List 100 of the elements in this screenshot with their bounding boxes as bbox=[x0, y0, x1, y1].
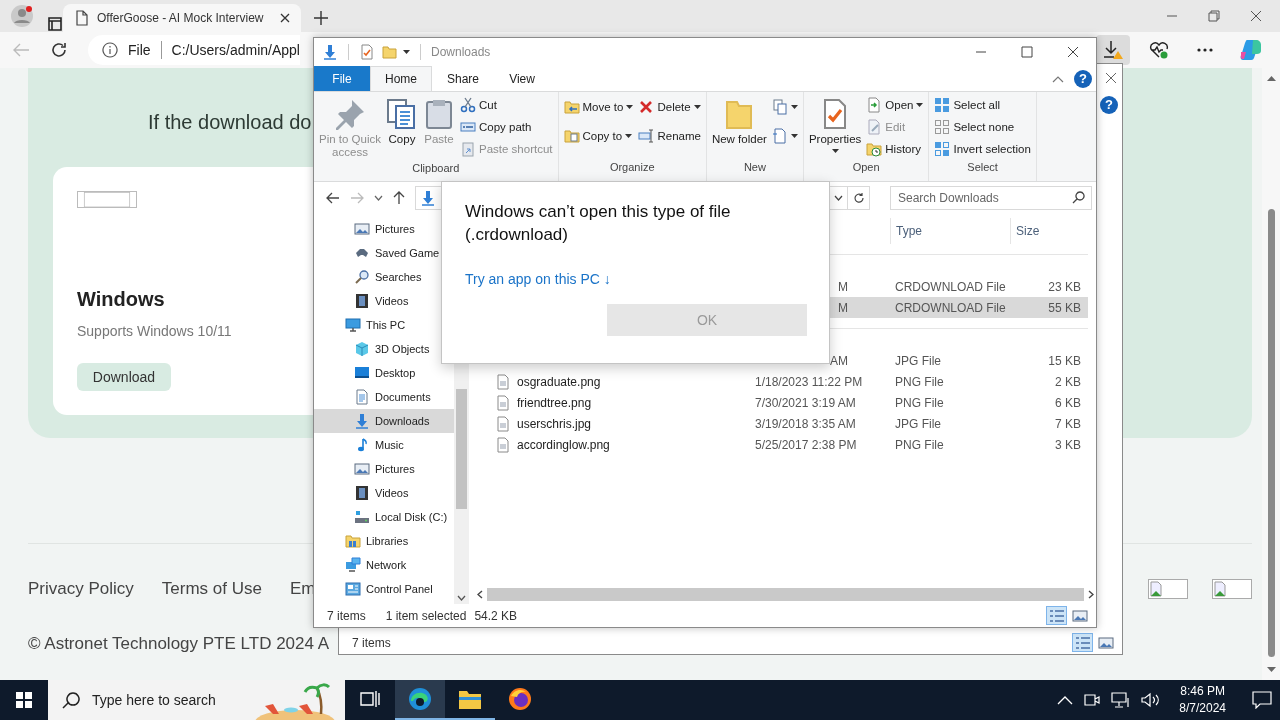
network-icon bbox=[1111, 692, 1132, 708]
ribbon-button[interactable]: History bbox=[864, 138, 926, 160]
date-cell-text: AM bbox=[829, 353, 849, 368]
image-icon bbox=[354, 461, 370, 477]
nav-item[interactable]: Libraries bbox=[314, 529, 454, 553]
file-icon bbox=[495, 415, 511, 432]
ribbon-button[interactable]: Move to bbox=[561, 96, 636, 118]
download-warning-icon bbox=[1102, 40, 1124, 60]
clock-folder-icon bbox=[866, 141, 883, 157]
scrollbar[interactable] bbox=[1262, 68, 1280, 680]
window-title: Downloads bbox=[431, 45, 491, 59]
ribbon-tab[interactable]: Home bbox=[370, 66, 432, 91]
column-header[interactable]: Size bbox=[1010, 218, 1085, 244]
nav-item[interactable]: Music bbox=[314, 433, 454, 457]
ribbon-button[interactable]: Delete bbox=[636, 96, 703, 118]
folder-icon bbox=[381, 44, 397, 60]
nav-item[interactable]: Control Panel bbox=[314, 577, 454, 601]
details-view-button[interactable] bbox=[1072, 633, 1093, 652]
film-icon bbox=[354, 293, 370, 309]
download-button[interactable]: Download bbox=[77, 363, 171, 391]
film-icon bbox=[354, 485, 370, 501]
ribbon-button[interactable]: New folder bbox=[709, 94, 769, 150]
card-subtitle: Supports Windows 10/11 bbox=[77, 323, 232, 340]
scheme-label: File bbox=[128, 42, 151, 58]
ribbon-button[interactable]: Rename bbox=[636, 125, 703, 147]
footer-link[interactable]: Terms of Use bbox=[161, 579, 262, 599]
ribbon-button[interactable]: Properties bbox=[806, 94, 864, 157]
file-icon bbox=[495, 436, 511, 453]
library-folder-icon bbox=[345, 533, 361, 549]
status-text: 7 items bbox=[327, 608, 366, 623]
up-arrow-icon bbox=[393, 191, 405, 205]
ribbon-button[interactable]: Select all bbox=[932, 94, 1033, 116]
up-button[interactable] bbox=[391, 189, 407, 207]
ribbon-button[interactable]: Copy bbox=[384, 94, 420, 150]
clock-date: 8/7/2024 bbox=[1179, 700, 1226, 717]
nav-item[interactable]: Local Disk (C:) bbox=[314, 505, 454, 529]
maximize-icon bbox=[1021, 46, 1033, 58]
grid-icon bbox=[934, 141, 951, 157]
ribbon-button[interactable]: Copy to bbox=[561, 125, 636, 147]
details-view-button[interactable] bbox=[1046, 606, 1067, 625]
drive-icon bbox=[354, 509, 370, 525]
nav-item[interactable]: Pictures bbox=[314, 457, 454, 481]
chevron-down-icon bbox=[834, 195, 843, 201]
refresh-button[interactable] bbox=[848, 186, 870, 210]
nav-item[interactable]: Network bbox=[314, 553, 454, 577]
type-cell-text: CRDOWNLOAD File bbox=[894, 300, 1007, 315]
help-icon[interactable]: ? bbox=[1100, 95, 1118, 114]
recent-button[interactable] bbox=[372, 193, 385, 203]
date-cell-text: M bbox=[837, 279, 849, 294]
nav-item[interactable]: Documents bbox=[314, 385, 454, 409]
page-icon bbox=[75, 10, 89, 26]
avatar-icon[interactable] bbox=[11, 5, 33, 27]
size-cell-text: 7 KB bbox=[1054, 416, 1082, 431]
ribbon-logo-icon bbox=[1239, 38, 1263, 62]
scroll-right-icon[interactable] bbox=[1088, 590, 1094, 599]
column-header[interactable]: Type bbox=[890, 218, 1010, 244]
file-row[interactable]: friendtree.png 7/30/2021 3:19 AM PNG File 6 KB bbox=[469, 392, 1088, 413]
scroll-down-icon[interactable] bbox=[1266, 667, 1276, 672]
nav-item[interactable]: Videos bbox=[314, 481, 454, 505]
search-icon bbox=[62, 691, 80, 709]
scroll-left-icon[interactable] bbox=[477, 590, 483, 599]
date-cell-text: 3/19/2018 3:35 AM bbox=[754, 416, 857, 431]
file-row[interactable]: accordinglow.png 5/25/2017 2:38 PM PNG File 3 KB bbox=[469, 434, 1088, 455]
windows-squares-icon bbox=[16, 692, 32, 708]
close-icon bbox=[1250, 10, 1262, 22]
scroll-up-icon[interactable] bbox=[1266, 76, 1276, 81]
ribbon-button[interactable]: Invert selection bbox=[932, 138, 1033, 160]
page-heading: If the download do bbox=[148, 111, 312, 134]
file-row[interactable]: osgraduate.png 1/18/2023 11:22 PM PNG File 2 KB bbox=[469, 371, 1088, 392]
date-cell-text: 5/25/2017 2:38 PM bbox=[754, 437, 858, 452]
ribbon-button[interactable]: Select none bbox=[932, 116, 1033, 138]
status-text: 7 items bbox=[352, 635, 391, 650]
search-field[interactable]: Search Downloads bbox=[890, 186, 1092, 210]
ribbon-button[interactable]: Open bbox=[864, 94, 926, 116]
chevron-up-icon bbox=[1057, 695, 1074, 705]
type-cell-text: PNG File bbox=[894, 395, 945, 410]
footer-link[interactable]: Privacy Policy bbox=[28, 579, 134, 599]
ribbon-tab[interactable]: Share bbox=[432, 66, 495, 91]
download-icon bbox=[354, 413, 370, 429]
ribbon-tab[interactable]: File bbox=[314, 66, 370, 91]
browser-tab[interactable]: OfferGoose - AI Mock Interview bbox=[63, 4, 301, 32]
scroll-down-icon[interactable] bbox=[457, 595, 466, 601]
taskbar-app[interactable] bbox=[395, 680, 445, 720]
ribbon-button[interactable]: Copy path bbox=[458, 116, 555, 138]
ribbon-button[interactable]: Cut bbox=[458, 94, 555, 116]
help-icon[interactable]: ? bbox=[1074, 69, 1092, 88]
file-row[interactable]: userschris.jpg 3/19/2018 3:35 AM JPG File 7 KB bbox=[469, 413, 1088, 434]
browser-icon bbox=[408, 687, 432, 711]
grid-outline-icon bbox=[934, 119, 951, 135]
nav-item[interactable]: Downloads bbox=[314, 409, 454, 433]
ribbon-tab[interactable]: View bbox=[494, 66, 551, 91]
refresh-icon bbox=[50, 41, 68, 59]
card-title: Windows bbox=[77, 288, 165, 312]
file-name: osgraduate.png bbox=[517, 374, 601, 389]
forward-icon bbox=[350, 192, 364, 204]
address-bar[interactable]: File C:/Users/admin/Appl bbox=[88, 35, 300, 65]
type-cell-text: CRDOWNLOAD File bbox=[894, 279, 1007, 294]
document-icon bbox=[771, 128, 788, 144]
size-cell-text: 2 KB bbox=[1054, 374, 1082, 389]
back-button[interactable] bbox=[324, 190, 342, 206]
